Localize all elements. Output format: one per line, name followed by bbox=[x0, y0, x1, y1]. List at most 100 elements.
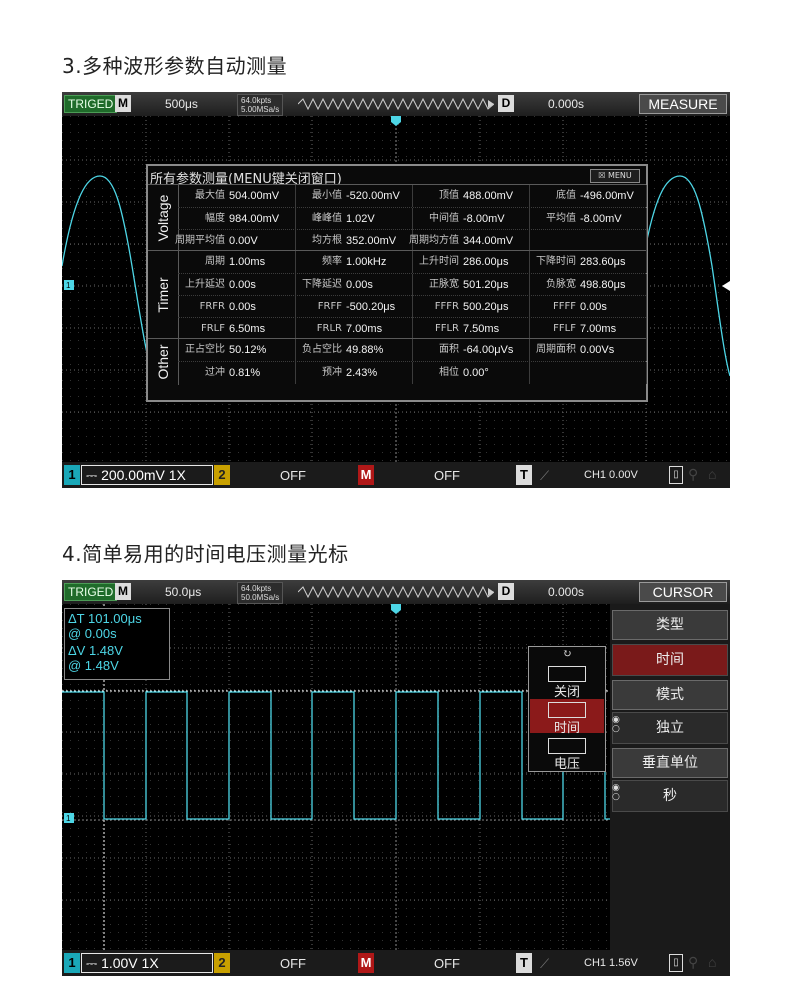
measure-param-name: 中间值 bbox=[429, 213, 459, 224]
timebase-readout[interactable]: 50.0μs bbox=[165, 585, 201, 599]
menu-close-badge[interactable]: ☒ MENU bbox=[590, 169, 640, 183]
ch1-setting-text: 200.00mV 1X bbox=[101, 467, 186, 483]
measure-cell: 峰峰值 1.02V bbox=[295, 208, 413, 230]
other-group-label: Other bbox=[155, 344, 171, 380]
vertical-unit-header[interactable]: 垂直单位 bbox=[612, 748, 728, 778]
measure-row: 周期平均值 0.00V 均方根 352.00mV 周期均方值 344.00mV bbox=[175, 229, 647, 252]
ch2-state: OFF bbox=[280, 956, 306, 971]
measure-param-value: 352.00mV bbox=[346, 235, 397, 247]
measure-param-name: 最小值 bbox=[312, 190, 342, 201]
time-cursor-icon bbox=[548, 702, 586, 718]
math-indicator[interactable]: M bbox=[358, 465, 374, 485]
measure-param-name: 周期面积 bbox=[536, 344, 576, 355]
measure-param-name: 负脉宽 bbox=[546, 279, 576, 290]
ch1-setting[interactable]: ⎓ 200.00mV 1X bbox=[81, 465, 213, 485]
vertical-unit-value[interactable]: 秒 bbox=[612, 780, 728, 812]
ch1-setting[interactable]: ⎓ 1.00V 1X bbox=[81, 953, 213, 973]
ch2-indicator[interactable]: 2 bbox=[214, 953, 230, 973]
math-state: OFF bbox=[434, 468, 460, 483]
type-header[interactable]: 类型 bbox=[612, 610, 728, 640]
delta-voltage-at: @ 1.48V bbox=[68, 658, 119, 673]
voltage-cursor-icon bbox=[548, 738, 586, 754]
measure-cell: FFFR 500.20μs bbox=[412, 296, 530, 318]
menu-title[interactable]: CURSOR bbox=[639, 582, 727, 602]
ch2-indicator[interactable]: 2 bbox=[214, 465, 230, 485]
measure-param-value: 1.02V bbox=[346, 213, 375, 225]
ch1-indicator[interactable]: 1 bbox=[64, 953, 80, 973]
measure-cell: 顶值 488.00mV bbox=[412, 185, 530, 207]
type-option-time[interactable]: 时间 bbox=[530, 699, 604, 736]
measure-param-name: FRLF bbox=[200, 323, 225, 334]
lock-icon: ⌂ bbox=[708, 954, 717, 970]
trigger-indicator[interactable]: T bbox=[516, 953, 532, 973]
measure-row: 最大值 504.00mV 最小值 -520.00mV 顶值 488.00mV 底值 -496.… bbox=[178, 185, 647, 207]
measure-param-value: 6.50ms bbox=[229, 323, 266, 335]
lock-icon: ⌂ bbox=[708, 466, 717, 482]
trigger-level: CH1 0.00V bbox=[584, 469, 638, 481]
measure-param-name: FFLF bbox=[553, 323, 576, 334]
measure-param-name: 上升时间 bbox=[419, 256, 459, 267]
timebase-readout[interactable]: 500μs bbox=[165, 97, 198, 111]
menu-close-label: MENU bbox=[607, 171, 632, 180]
top-status-bar: TRIGED M 50.0μs 64.0kpts 50.0MSa/s D 0.0… bbox=[62, 580, 730, 604]
measure-param-name: FFLR bbox=[434, 323, 459, 334]
measure-cell: 周期平均值 0.00V bbox=[175, 230, 296, 252]
math-indicator[interactable]: M bbox=[358, 953, 374, 973]
type-option-voltage[interactable]: 电压 bbox=[530, 735, 604, 772]
measure-param-value: 504.00mV bbox=[229, 190, 280, 202]
ch1-setting-text: 1.00V 1X bbox=[101, 955, 159, 971]
measure-param-name: 正占空比 bbox=[185, 344, 225, 355]
measure-param-name: 峰峰值 bbox=[312, 213, 342, 224]
measure-param-value: 498.80μs bbox=[580, 279, 626, 291]
sample-rate: 5.00MSa/s bbox=[241, 105, 280, 114]
measure-cell: 中间值 -8.00mV bbox=[412, 208, 530, 230]
measure-cell: 频率 1.00kHz bbox=[295, 251, 413, 273]
refresh-icon: ↻ bbox=[562, 647, 572, 660]
measure-param-value: 501.20μs bbox=[463, 279, 509, 291]
measure-cell: 相位 0.00° bbox=[412, 362, 530, 384]
measure-cell: 负占空比 49.88% bbox=[295, 339, 413, 361]
menu-title[interactable]: MEASURE bbox=[639, 94, 727, 114]
measure-param-name: 面积 bbox=[439, 344, 459, 355]
memory-depth-readout: 64.0kpts 5.00MSa/s bbox=[237, 94, 284, 116]
measure-param-value: 2.43% bbox=[346, 367, 378, 379]
mode-header[interactable]: 模式 bbox=[612, 680, 728, 710]
trigger-level: CH1 1.56V bbox=[584, 957, 638, 969]
measure-cell: FFFF 0.00s bbox=[529, 296, 647, 318]
sample-rate: 50.0MSa/s bbox=[241, 593, 280, 602]
measure-param-name: 顶值 bbox=[439, 190, 459, 201]
network-icon: ⚲ bbox=[688, 954, 699, 970]
measure-param-name: FRFR bbox=[199, 301, 225, 312]
delta-time: ΔT 101.00μs bbox=[68, 611, 142, 626]
network-icon: ⚲ bbox=[688, 466, 699, 482]
mode-radio-icon: ◉ ○ bbox=[612, 715, 620, 734]
measure-param-name: 频率 bbox=[322, 256, 342, 267]
measure-param-value: 0.00s bbox=[229, 301, 256, 313]
trigger-status-badge: TRIGED bbox=[64, 583, 118, 601]
measure-param-value: 0.00s bbox=[580, 301, 607, 313]
measure-cell bbox=[529, 230, 647, 252]
ch1-indicator[interactable]: 1 bbox=[64, 465, 80, 485]
mode-badge: M bbox=[115, 583, 131, 600]
type-value[interactable]: 时间 bbox=[612, 644, 728, 676]
waveform-overview-icon bbox=[298, 97, 494, 111]
type-option-time-label: 时间 bbox=[553, 721, 580, 736]
measure-cell: 预冲 2.43% bbox=[295, 362, 413, 384]
measure-param-value: 283.60μs bbox=[580, 256, 626, 268]
measure-cell: 负脉宽 498.80μs bbox=[529, 274, 647, 296]
usb-icon: ▯ bbox=[669, 466, 683, 484]
trigger-indicator[interactable]: T bbox=[516, 465, 532, 485]
measure-row: 正占空比 50.12% 负占空比 49.88% 面积 -64.00μVs 周期面积 0.00V… bbox=[178, 339, 647, 361]
measure-param-value: 344.00mV bbox=[463, 235, 514, 247]
type-option-off[interactable]: 关闭 bbox=[530, 663, 604, 700]
measure-param-value: 7.50ms bbox=[463, 323, 500, 335]
measure-param-name: 最大值 bbox=[195, 190, 225, 201]
timer-group-label: Timer bbox=[155, 277, 171, 313]
rising-edge-icon: ⟋ bbox=[540, 468, 550, 483]
memory-depth-readout: 64.0kpts 50.0MSa/s bbox=[237, 582, 284, 604]
measure-param-value: 488.00mV bbox=[463, 190, 514, 202]
measure-cell: 周期 1.00ms bbox=[178, 251, 296, 273]
mode-value[interactable]: 独立 bbox=[612, 712, 728, 744]
scope-screen-cursor: TRIGED M 50.0μs 64.0kpts 50.0MSa/s D 0.0… bbox=[62, 580, 730, 976]
measure-param-name: 周期均方值 bbox=[409, 235, 459, 246]
